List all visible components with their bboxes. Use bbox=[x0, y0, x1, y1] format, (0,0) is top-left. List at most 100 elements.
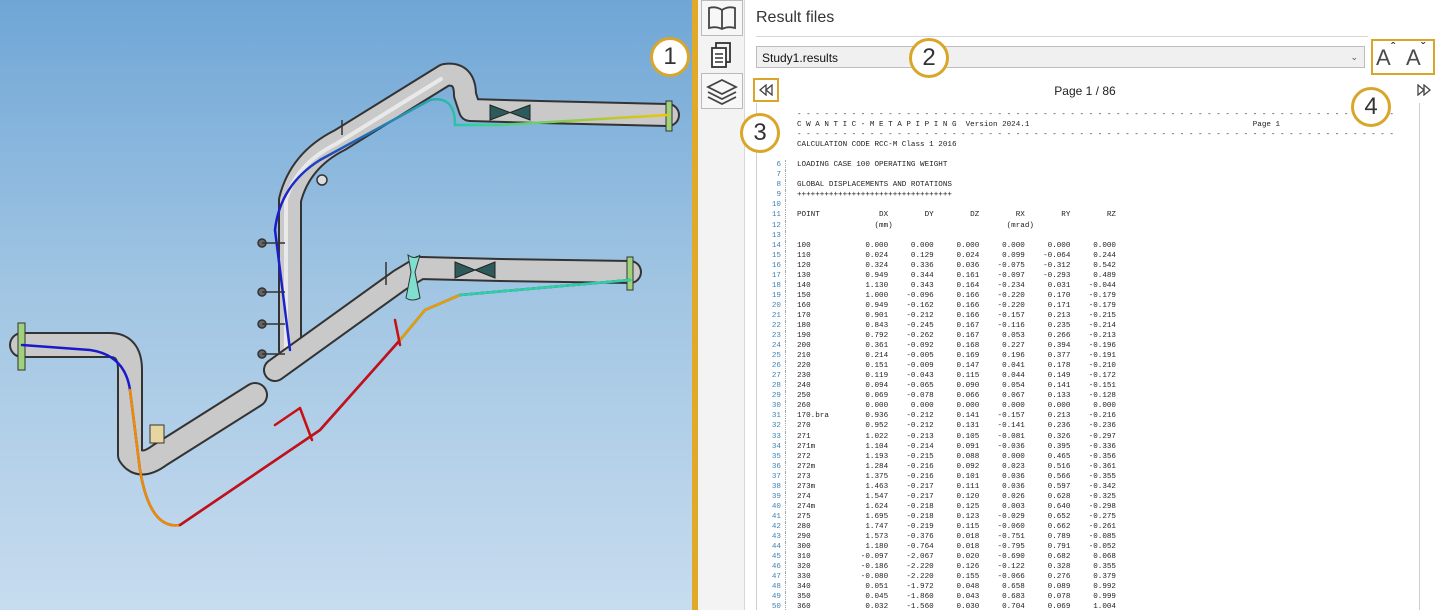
line-number: 8 bbox=[757, 180, 786, 191]
document-line: 23 190 0.792 -0.262 0.167 0.053 0.266 -0.… bbox=[757, 331, 1394, 342]
first-page-button[interactable] bbox=[753, 78, 779, 102]
line-text: 140 1.130 0.343 0.164 -0.234 0.031 -0.04… bbox=[797, 281, 1116, 290]
document-line: 44 300 1.180 -0.764 0.018 -0.795 0.791 -0… bbox=[757, 542, 1394, 553]
result-file-dropdown[interactable]: Study1.results ⌄ bbox=[756, 46, 1365, 68]
line-number: 41 bbox=[757, 511, 786, 522]
font-decrease-letter: A bbox=[1406, 45, 1421, 70]
document-line: 38 273m 1.463 -0.217 0.111 0.036 0.597 -0… bbox=[757, 481, 1394, 492]
line-text: 170 0.901 -0.212 0.166 -0.157 0.213 -0.2… bbox=[797, 311, 1116, 320]
line-text: 230 0.119 -0.043 0.115 0.044 0.149 -0.17… bbox=[797, 372, 1116, 381]
line-text: 272m 1.284 -0.216 0.092 0.023 0.516 -0.3… bbox=[797, 462, 1116, 471]
line-number: 15 bbox=[757, 250, 786, 261]
line-text: 100 0.000 0.000 0.000 0.000 0.000 0.000 bbox=[797, 241, 1116, 250]
font-increase-letter: A bbox=[1376, 45, 1391, 70]
line-number: 24 bbox=[757, 341, 786, 352]
line-text: 274 1.547 -0.217 0.120 0.026 0.628 -0.32… bbox=[797, 492, 1116, 501]
panel-title: Result files bbox=[756, 9, 835, 26]
line-text: 273m 1.463 -0.217 0.111 0.036 0.597 -0.3… bbox=[797, 482, 1116, 491]
document-line: 18 140 1.130 0.343 0.164 -0.234 0.031 -0.… bbox=[757, 280, 1394, 291]
line-number: 36 bbox=[757, 461, 786, 472]
line-number: 35 bbox=[757, 451, 786, 462]
line-number: 32 bbox=[757, 421, 786, 432]
document-line: 15 110 0.024 0.129 0.024 0.099 -0.064 0.2… bbox=[757, 250, 1394, 261]
line-text: 240 0.094 -0.065 0.090 0.054 0.141 -0.15… bbox=[797, 382, 1116, 391]
document-line: 42 280 1.747 -0.219 0.115 -0.060 0.662 -0… bbox=[757, 521, 1394, 532]
document-line: 9 ++++++++++++++++++++++++++++++++++ bbox=[757, 190, 1394, 201]
line-text: 220 0.151 -0.009 0.147 0.041 0.178 -0.21… bbox=[797, 362, 1116, 371]
line-number: 10 bbox=[757, 200, 786, 211]
line-number: 28 bbox=[757, 381, 786, 392]
callout-2: 2 bbox=[909, 38, 949, 78]
line-text: 180 0.843 -0.245 0.167 -0.116 0.235 -0.2… bbox=[797, 321, 1116, 330]
result-document-viewer[interactable]: - - - - - - - - - - - - - - - - - - - - … bbox=[756, 103, 1420, 610]
line-number: 14 bbox=[757, 240, 786, 251]
line-text: 250 0.069 -0.078 0.066 0.067 0.133 -0.12… bbox=[797, 392, 1116, 401]
selected-file: Study1.results bbox=[762, 51, 839, 65]
document-line: 13 bbox=[757, 230, 1394, 241]
line-text: CALCULATION CODE RCC-M Class 1 2016 bbox=[797, 141, 957, 150]
line-number: 48 bbox=[757, 582, 786, 593]
line-text: 190 0.792 -0.262 0.167 0.053 0.266 -0.21… bbox=[797, 332, 1116, 341]
line-number: 13 bbox=[757, 230, 786, 241]
line-text: 330 -0.080 -2.220 0.155 -0.066 0.276 0.3… bbox=[797, 573, 1116, 582]
line-number: 7 bbox=[757, 170, 786, 181]
document-line: - - - - - - - - - - - - - - - - - - - - … bbox=[757, 130, 1394, 140]
flange-lower-right bbox=[626, 256, 634, 291]
document-line: 48 340 0.051 -1.972 0.048 0.658 0.089 0.9… bbox=[757, 582, 1394, 593]
pipe-left-run bbox=[9, 332, 268, 476]
line-number: 42 bbox=[757, 521, 786, 532]
line-number: 9 bbox=[757, 190, 786, 201]
line-number: 21 bbox=[757, 310, 786, 321]
book-icon[interactable] bbox=[701, 0, 743, 36]
document-line: 24 200 0.361 -0.092 0.168 0.227 0.394 -0.… bbox=[757, 341, 1394, 352]
callout-4: 4 bbox=[1351, 87, 1391, 127]
chevron-down-icon: ⌄ bbox=[1350, 52, 1358, 62]
document-line: 25 210 0.214 -0.005 0.169 0.196 0.377 -0.… bbox=[757, 351, 1394, 362]
line-number: 50 bbox=[757, 602, 786, 610]
line-text: 170.bra 0.936 -0.212 0.141 -0.157 0.213 … bbox=[797, 412, 1116, 421]
document-line: 11 POINT DX DY DZ RX RY RZ bbox=[757, 210, 1394, 221]
document-line: 30 260 0.000 0.000 0.000 0.000 0.000 0.00… bbox=[757, 401, 1394, 412]
page-indicator: Page 1 / 86 bbox=[1054, 84, 1116, 98]
line-text: 280 1.747 -0.219 0.115 -0.060 0.662 -0.2… bbox=[797, 522, 1116, 531]
last-page-button[interactable] bbox=[1416, 82, 1432, 98]
document-line: 46 320 -0.186 -2.220 0.126 -0.122 0.328 0… bbox=[757, 562, 1394, 573]
document-line: 7 bbox=[757, 170, 1394, 181]
layers-icon[interactable] bbox=[701, 73, 743, 109]
line-text: 210 0.214 -0.005 0.169 0.196 0.377 -0.19… bbox=[797, 352, 1116, 361]
line-number: 23 bbox=[757, 331, 786, 342]
document-line: 50 360 0.032 -1.560 0.030 0.704 0.069 1.0… bbox=[757, 602, 1394, 610]
document-line: 21 170 0.901 -0.212 0.166 -0.157 0.213 -0… bbox=[757, 310, 1394, 321]
first-page-icon bbox=[758, 84, 773, 96]
document-line: CALCULATION CODE RCC-M Class 1 2016 bbox=[757, 140, 1394, 150]
document-line: 29 250 0.069 -0.078 0.066 0.067 0.133 -0.… bbox=[757, 391, 1394, 402]
line-text: GLOBAL DISPLACEMENTS AND ROTATIONS bbox=[797, 181, 952, 190]
document-line: 35 272 1.193 -0.215 0.088 0.000 0.465 -0.… bbox=[757, 451, 1394, 462]
line-number: 47 bbox=[757, 572, 786, 583]
line-text: 274m 1.624 -0.218 0.125 0.003 0.640 -0.2… bbox=[797, 502, 1116, 511]
callout-1: 1 bbox=[650, 37, 690, 77]
document-line: 20 160 0.949 -0.162 0.166 -0.220 0.171 -0… bbox=[757, 300, 1394, 311]
3d-viewport[interactable] bbox=[0, 0, 692, 610]
line-number: 31 bbox=[757, 411, 786, 422]
font-decrease-button[interactable]: A ˇ bbox=[1404, 40, 1432, 72]
document-line: 37 273 1.375 -0.216 0.101 0.036 0.566 -0.… bbox=[757, 471, 1394, 482]
document-line: 36 272m 1.284 -0.216 0.092 0.023 0.516 -0… bbox=[757, 461, 1394, 472]
document-copy-icon[interactable] bbox=[701, 38, 741, 72]
line-number: 34 bbox=[757, 441, 786, 452]
document-line: 16 120 0.324 0.336 0.036 -0.075 -0.312 0.… bbox=[757, 260, 1394, 271]
last-page-icon bbox=[1417, 84, 1432, 96]
line-text: 310 -0.097 -2.067 0.020 -0.690 0.682 0.0… bbox=[797, 553, 1116, 562]
line-text: 275 1.695 -0.218 0.123 -0.029 0.652 -0.2… bbox=[797, 512, 1116, 521]
document-line: 19 150 1.000 -0.096 0.166 -0.220 0.170 -0… bbox=[757, 290, 1394, 301]
line-number: 30 bbox=[757, 401, 786, 412]
line-text: - - - - - - - - - - - - - - - - - - - - … bbox=[797, 111, 1394, 119]
font-increase-button[interactable]: A ˆ bbox=[1374, 40, 1402, 72]
document-line: 47 330 -0.080 -2.220 0.155 -0.066 0.276 0… bbox=[757, 572, 1394, 583]
line-text: LOADING CASE 100 OPERATING WEIGHT bbox=[797, 161, 948, 170]
line-text: 120 0.324 0.336 0.036 -0.075 -0.312 0.54… bbox=[797, 261, 1116, 270]
document-line: 12 (mm) (mrad) bbox=[757, 220, 1394, 231]
title-divider bbox=[756, 36, 1368, 37]
line-number: 20 bbox=[757, 300, 786, 311]
